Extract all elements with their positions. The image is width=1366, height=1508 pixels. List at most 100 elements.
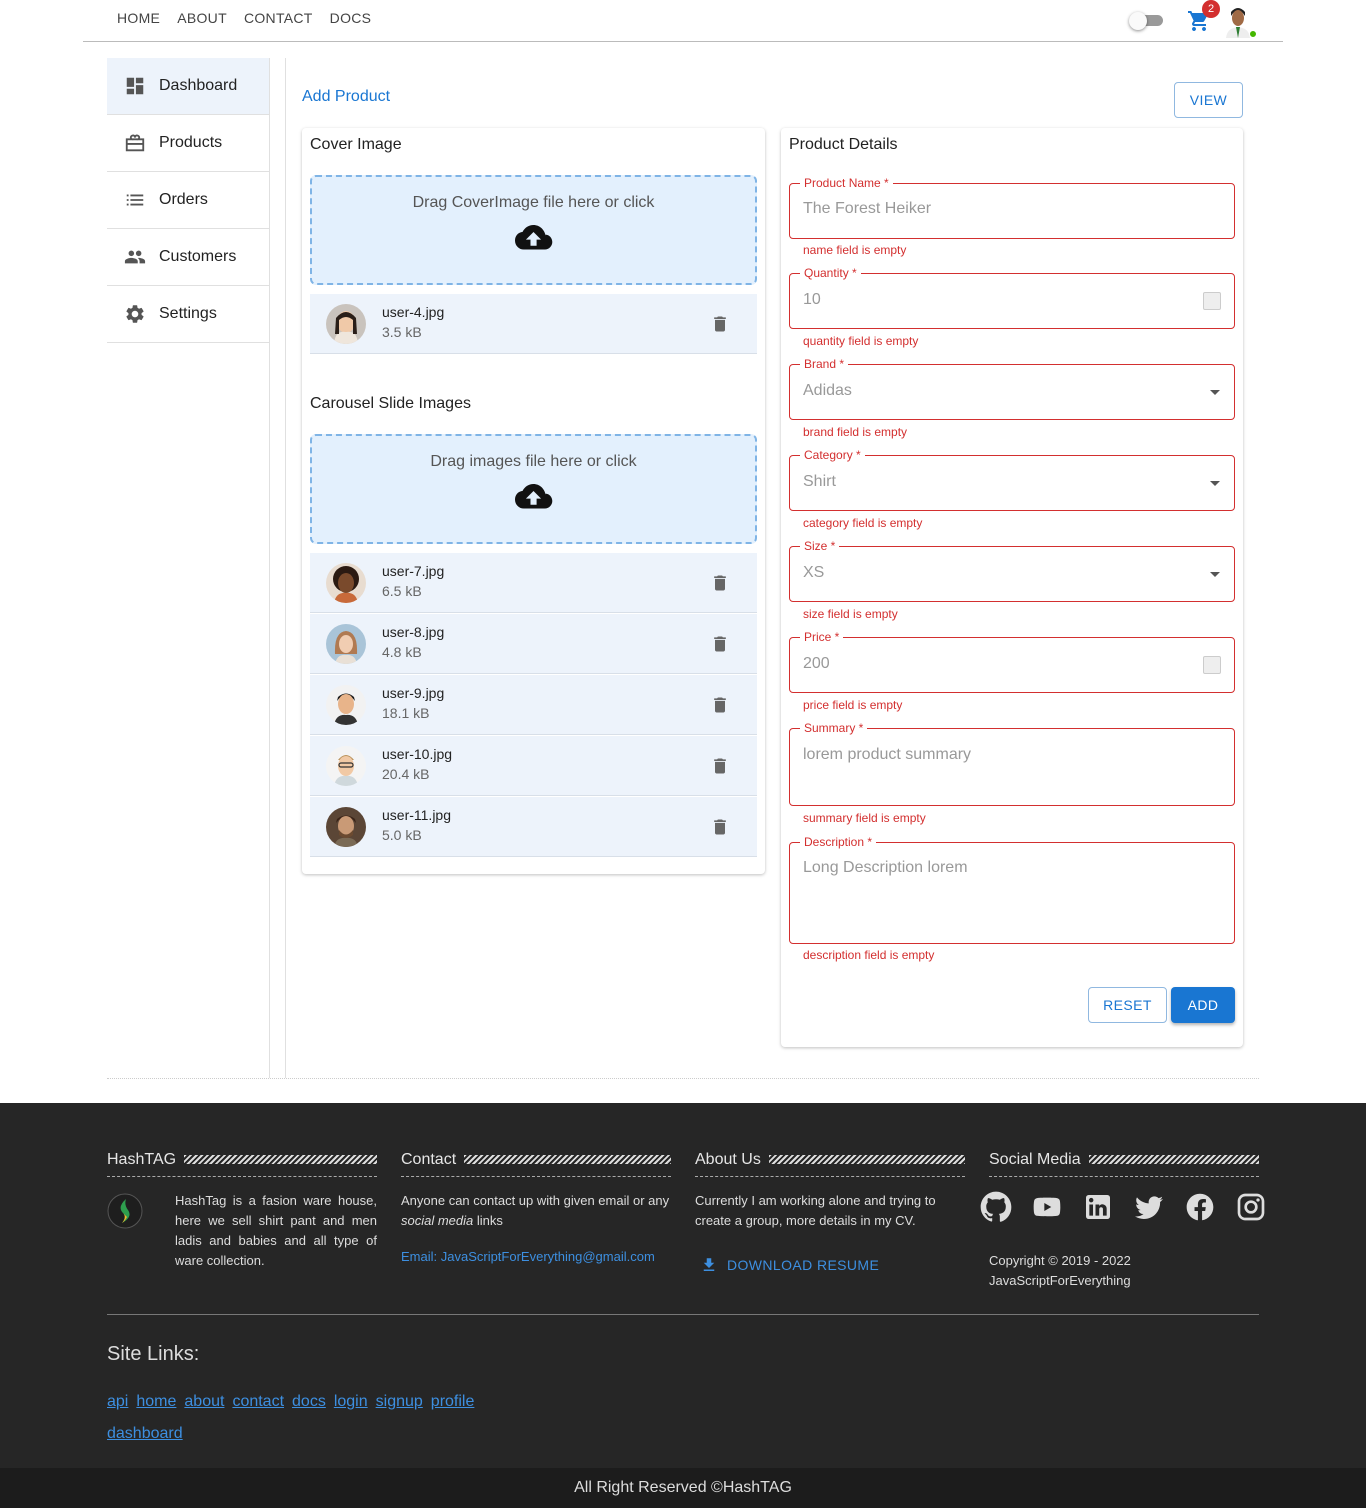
nav-about-link[interactable]: ABOUT [177, 10, 227, 26]
online-status-dot [1249, 30, 1257, 38]
add-button[interactable]: ADD [1171, 987, 1235, 1023]
cover-image-title: Cover Image [310, 136, 402, 153]
delete-icon[interactable] [710, 755, 730, 777]
hashtag-logo-icon [107, 1193, 143, 1229]
hashtag-description: HashTag is a fasion ware house, here we … [175, 1193, 377, 1268]
site-link-about[interactable]: about [184, 1393, 224, 1410]
file-thumbnail [326, 624, 366, 664]
site-link-home[interactable]: home [136, 1393, 176, 1410]
carousel-file-item: user-11.jpg 5.0 kB [310, 797, 757, 857]
download-icon [700, 1256, 718, 1274]
price-field[interactable]: Price * 200 [789, 630, 1235, 693]
field-error: category field is empty [803, 516, 923, 530]
delete-icon[interactable] [710, 572, 730, 594]
heading-stripe [768, 1155, 965, 1164]
delete-icon[interactable] [710, 633, 730, 655]
footer-heading: Social Media [989, 1143, 1259, 1177]
carousel-file-item: user-8.jpg 4.8 kB [310, 614, 757, 674]
carousel-images-dropzone[interactable]: Drag images file here or click [310, 434, 757, 544]
gear-icon [124, 303, 146, 325]
facebook-icon[interactable] [1184, 1191, 1216, 1223]
dropdown-arrow-icon [1210, 572, 1220, 577]
field-label: Brand * [800, 357, 849, 371]
nav-home-link[interactable]: HOME [117, 10, 160, 26]
field-value: Shirt [803, 473, 836, 490]
dropzone-text: Drag images file here or click [430, 453, 637, 470]
heading-stripe [184, 1155, 377, 1164]
cover-image-dropzone[interactable]: Drag CoverImage file here or click [310, 175, 757, 285]
cover-file-item: user-4.jpg 3.5 kB [310, 294, 757, 354]
sidebar-item-label: Customers [159, 248, 237, 265]
description-textarea[interactable]: Description * Long Description lorem [789, 835, 1235, 944]
cloud-upload-icon [514, 484, 553, 512]
field-label: Summary * [800, 721, 868, 735]
sidebar-item-customers[interactable]: Customers [107, 229, 269, 286]
summary-textarea[interactable]: Summary * lorem product summary [789, 721, 1235, 806]
instagram-icon[interactable] [1235, 1191, 1267, 1223]
quantity-field[interactable]: Quantity * 10 [789, 266, 1235, 329]
sidebar-item-label: Products [159, 134, 223, 151]
sidebar-item-orders[interactable]: Orders [107, 172, 269, 229]
footer-heading: About Us [695, 1143, 965, 1177]
sidebar-item-settings[interactable]: Settings [107, 286, 269, 343]
delete-icon[interactable] [710, 694, 730, 716]
site-links: api home about contact docs login signup profil… [107, 1386, 507, 1450]
number-stepper-icon[interactable] [1203, 292, 1221, 310]
file-thumbnail [326, 685, 366, 725]
brand-select[interactable]: Brand * Adidas [789, 357, 1235, 420]
sidebar: Dashboard Products Orders Customers Sett… [107, 58, 270, 1078]
file-name: user-7.jpg [382, 563, 445, 579]
nav-docs-link[interactable]: DOCS [330, 10, 372, 26]
twitter-icon[interactable] [1133, 1191, 1165, 1223]
field-value: 10 [803, 291, 821, 308]
field-label: Category * [800, 448, 865, 462]
carousel-file-item: user-7.jpg 6.5 kB [310, 553, 757, 613]
delete-icon[interactable] [710, 313, 730, 335]
copyright-text: Copyright © 2019 - 2022 JavaScriptForEver… [989, 1253, 1131, 1288]
file-thumbnail [326, 746, 366, 786]
file-name: user-10.jpg [382, 746, 453, 762]
number-stepper-icon[interactable] [1203, 656, 1221, 674]
footer-about-column: About Us Currently I am working alone an… [695, 1143, 965, 1273]
file-name: user-11.jpg [382, 807, 452, 823]
site-link-contact[interactable]: contact [232, 1393, 284, 1410]
dropdown-arrow-icon [1210, 481, 1220, 486]
site-link-dashboard[interactable]: dashboard [107, 1425, 183, 1442]
contact-email-link[interactable]: Email: JavaScriptForEverything@gmail.com [401, 1249, 655, 1264]
copyright-bar: All Right Reserved ©HashTAG [0, 1468, 1366, 1508]
sidebar-item-products[interactable]: Products [107, 115, 269, 172]
site-link-login[interactable]: login [334, 1393, 368, 1410]
download-resume-button[interactable]: DOWNLOAD RESUME [700, 1256, 879, 1274]
delete-icon[interactable] [710, 816, 730, 838]
site-link-api[interactable]: api [107, 1393, 128, 1410]
field-error: description field is empty [803, 948, 935, 962]
site-link-profile[interactable]: profile [431, 1393, 475, 1410]
list-icon [124, 189, 146, 211]
product-name-field[interactable]: Product Name * The Forest Heiker [789, 176, 1235, 239]
site-link-signup[interactable]: signup [376, 1393, 423, 1410]
file-name: user-8.jpg [382, 624, 445, 640]
images-card: Cover Image Drag CoverImage file here or… [302, 128, 765, 874]
cloud-upload-icon [514, 225, 553, 253]
category-select[interactable]: Category * Shirt [789, 448, 1235, 511]
file-size: 4.8 kB [382, 644, 422, 660]
reset-button[interactable]: RESET [1088, 987, 1167, 1023]
field-value: XS [803, 564, 825, 581]
nav-contact-link[interactable]: CONTACT [244, 10, 313, 26]
field-value: The Forest Heiker [803, 200, 932, 217]
field-error: summary field is empty [803, 811, 926, 825]
field-label: Description * [800, 835, 877, 849]
product-details-card: Product Details Product Name * The Fores… [781, 128, 1243, 1047]
field-label: Quantity * [800, 266, 861, 280]
view-button[interactable]: VIEW [1174, 82, 1243, 118]
youtube-icon[interactable] [1031, 1191, 1063, 1223]
sidebar-item-dashboard[interactable]: Dashboard [107, 58, 269, 115]
theme-toggle[interactable] [1129, 12, 1165, 30]
field-error: quantity field is empty [803, 334, 919, 348]
site-link-docs[interactable]: docs [292, 1393, 326, 1410]
linkedin-icon[interactable] [1082, 1191, 1114, 1223]
file-thumbnail [326, 563, 366, 603]
github-icon[interactable] [980, 1191, 1012, 1223]
size-select[interactable]: Size * XS [789, 539, 1235, 602]
carousel-file-item: user-10.jpg 20.4 kB [310, 736, 757, 796]
